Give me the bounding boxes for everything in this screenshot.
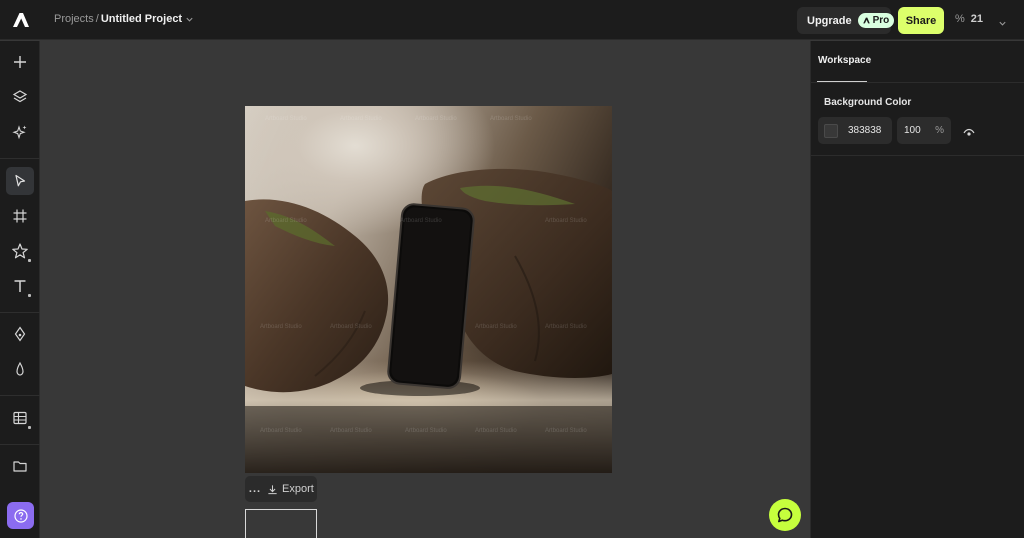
breadcrumb-projects-link[interactable]: Projects xyxy=(54,13,94,25)
export-label: Export xyxy=(282,483,314,495)
ai-sparkle-icon[interactable] xyxy=(6,118,34,146)
watermark-text: Artboard Studio xyxy=(400,218,442,224)
tab-workspace[interactable]: Workspace xyxy=(818,55,871,66)
color-hex-value[interactable]: 383838 xyxy=(848,125,881,136)
watermark-text: Artboard Studio xyxy=(265,218,307,224)
opacity-value[interactable]: 100 xyxy=(904,125,921,136)
watermark-text: Artboard Studio xyxy=(475,428,517,434)
brand-mini-icon xyxy=(862,17,870,24)
help-icon xyxy=(13,508,28,523)
watermark-text: Artboard Studio xyxy=(545,218,587,224)
submenu-indicator xyxy=(28,426,31,429)
visibility-eye-icon[interactable] xyxy=(963,125,975,143)
watermark-text: Artboard Studio xyxy=(330,324,372,330)
watermark-text: Artboard Studio xyxy=(260,324,302,330)
shapes-star-icon[interactable] xyxy=(6,237,34,265)
upgrade-label: Upgrade xyxy=(807,14,852,27)
chat-support-button[interactable] xyxy=(769,499,801,531)
export-bar: ... Export xyxy=(245,476,317,502)
zoom-percent-symbol: % xyxy=(955,13,965,25)
background-color-label: Background Color xyxy=(824,97,912,108)
select-pointer-icon[interactable] xyxy=(6,167,34,195)
zoom-chevron-down-icon[interactable] xyxy=(998,15,1007,33)
watermark-text: Artboard Studio xyxy=(415,116,457,122)
chevron-down-icon[interactable] xyxy=(182,13,194,25)
zoom-value: 21 xyxy=(970,13,984,25)
watermark-text: Artboard Studio xyxy=(265,116,307,122)
watermark-text: Artboard Studio xyxy=(490,116,532,122)
pro-label: Pro xyxy=(872,15,890,26)
page-thumbnail[interactable] xyxy=(245,509,317,538)
export-button[interactable]: Export xyxy=(265,483,314,495)
table-icon[interactable] xyxy=(6,404,34,432)
watermark-text: Artboard Studio xyxy=(475,324,517,330)
color-drop-icon[interactable] xyxy=(6,355,34,383)
zoom-level[interactable]: % 21 xyxy=(955,13,983,25)
submenu-indicator xyxy=(28,294,31,297)
toolbar-divider xyxy=(0,312,40,313)
artboard-mockup-image[interactable]: Artboard Studio Artboard Studio Artboard… xyxy=(245,106,612,473)
opacity-field[interactable]: 100 % xyxy=(897,117,951,144)
breadcrumb-separator: / xyxy=(95,13,99,25)
watermark-text: Artboard Studio xyxy=(545,428,587,434)
left-toolbar xyxy=(0,41,40,538)
background-color-field[interactable]: 383838 xyxy=(818,117,892,144)
layers-icon[interactable] xyxy=(6,83,34,111)
pen-icon[interactable] xyxy=(6,320,34,348)
watermark-text: Artboard Studio xyxy=(330,428,372,434)
properties-panel: Workspace Background Color 383838 100 % xyxy=(810,41,1024,538)
help-button[interactable] xyxy=(7,502,34,529)
top-bar: Projects / Untitled Project Upgrade Pro Sh… xyxy=(0,0,1024,40)
toolbar-divider xyxy=(0,395,40,396)
pro-badge: Pro xyxy=(857,13,895,28)
color-swatch[interactable] xyxy=(824,123,838,138)
folder-icon[interactable] xyxy=(6,452,34,480)
project-name[interactable]: Untitled Project xyxy=(101,13,182,25)
toolbar-divider xyxy=(0,158,40,159)
watermark-text: Artboard Studio xyxy=(340,116,382,122)
toolbar-divider xyxy=(0,444,40,445)
watermark-text: Artboard Studio xyxy=(260,428,302,434)
watermark-text: Artboard Studio xyxy=(545,324,587,330)
submenu-indicator xyxy=(28,259,31,262)
chat-bubble-icon xyxy=(777,507,793,523)
panel-divider xyxy=(811,155,1024,156)
watermark-text: Artboard Studio xyxy=(405,428,447,434)
breadcrumb: Projects / Untitled Project xyxy=(54,13,194,25)
share-button[interactable]: Share xyxy=(898,7,944,34)
add-icon[interactable] xyxy=(6,48,34,76)
brand-logo-icon[interactable] xyxy=(10,9,32,31)
frame-icon[interactable] xyxy=(6,202,34,230)
upgrade-button[interactable]: Upgrade Pro xyxy=(797,7,895,34)
text-icon[interactable] xyxy=(6,272,34,300)
more-options-button[interactable]: ... xyxy=(245,483,265,495)
mockup-scene xyxy=(245,168,612,473)
panel-divider xyxy=(811,82,1024,83)
download-icon xyxy=(268,484,277,494)
opacity-unit: % xyxy=(935,125,944,136)
